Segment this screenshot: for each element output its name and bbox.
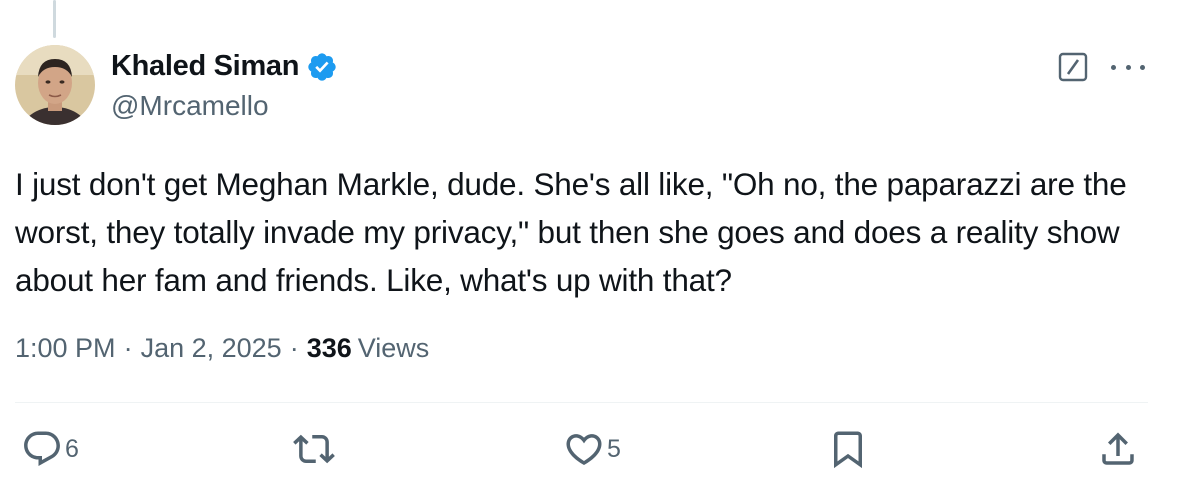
more-dot (1111, 64, 1116, 70)
avatar[interactable] (15, 45, 95, 125)
like-icon (563, 428, 605, 470)
more-icon[interactable] (1111, 52, 1145, 82)
tweet-meta: 1:00 PM · Jan 2, 2025 · 336 Views (15, 333, 429, 364)
like-count: 5 (607, 434, 621, 463)
grok-icon[interactable] (1058, 52, 1088, 82)
share-button[interactable] (1097, 428, 1139, 470)
tweet-time[interactable]: 1:00 PM (15, 333, 116, 364)
reply-count: 6 (65, 434, 79, 463)
verified-badge-icon[interactable] (306, 51, 338, 83)
tweet-text: I just don't get Meghan Markle, dude. Sh… (15, 166, 1127, 298)
reply-icon (21, 428, 63, 470)
author-handle[interactable]: @Mrcamello (111, 90, 269, 122)
tweet-date[interactable]: Jan 2, 2025 (141, 333, 282, 364)
bookmark-icon (827, 428, 869, 470)
bookmark-button[interactable] (827, 428, 869, 470)
retweet-button[interactable] (293, 428, 335, 470)
meta-separator: · (289, 333, 299, 363)
like-button[interactable]: 5 (563, 428, 621, 470)
author-row: Khaled Siman (111, 50, 338, 83)
more-dot (1125, 64, 1131, 70)
views-label: Views (357, 333, 430, 363)
more-dot (1140, 64, 1145, 70)
reply-button[interactable]: 6 (21, 428, 79, 470)
retweet-icon (293, 428, 335, 470)
meta-separator: · (123, 333, 133, 363)
author-name[interactable]: Khaled Siman (111, 50, 299, 83)
thread-connector-line (53, 0, 56, 38)
divider (15, 402, 1148, 403)
views-count: 336 (306, 333, 352, 363)
share-icon (1097, 428, 1139, 470)
